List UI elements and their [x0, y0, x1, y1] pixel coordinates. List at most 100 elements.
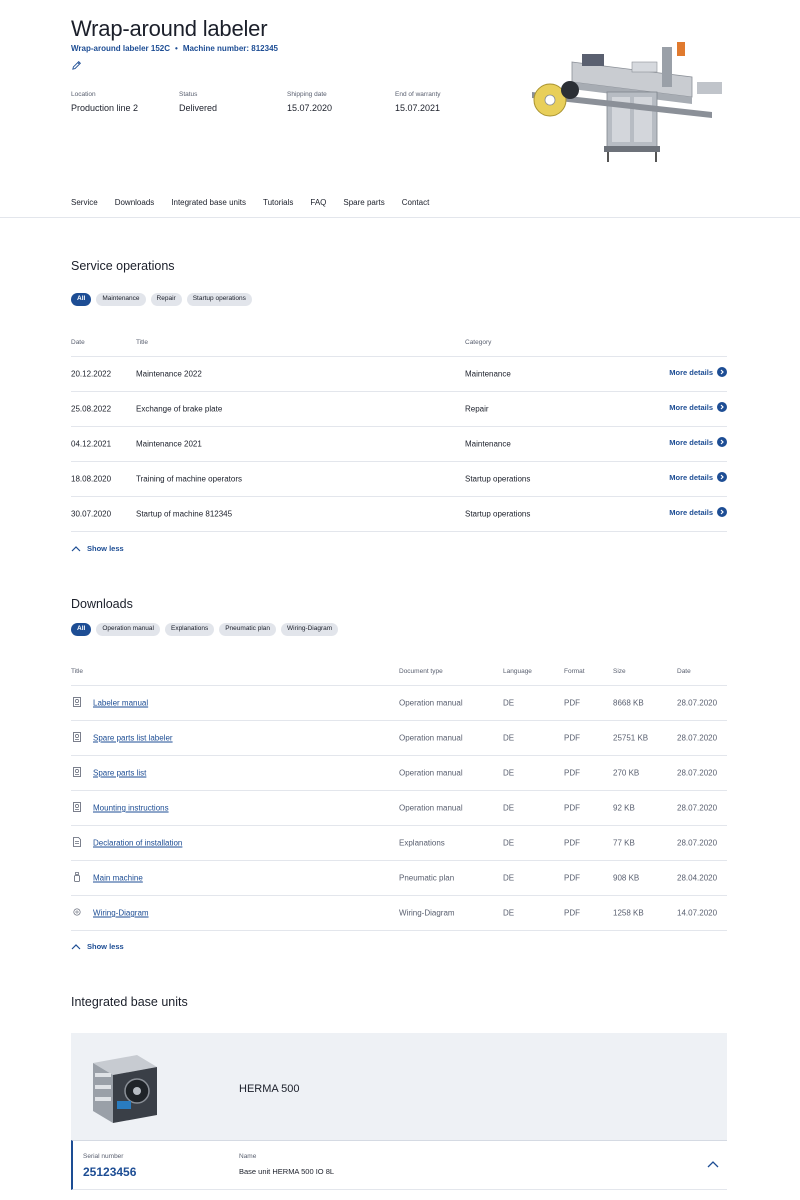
table-row: Labeler manual Operation manual DE PDF 8668 … [71, 686, 727, 721]
table-row: 30.07.2020 Startup of machine 812345 Start… [71, 497, 727, 532]
chevron-up-icon [71, 944, 81, 950]
base-unit-detail: Serial number 25123456 Name Base unit HE… [71, 1140, 727, 1190]
document-link[interactable]: Wiring-Diagram [93, 909, 149, 918]
tab-integrated-base-units[interactable]: Integrated base units [171, 198, 246, 207]
row-language: DE [503, 733, 515, 743]
row-date: 30.07.2020 [71, 509, 112, 519]
service-rows: 20.12.2022 Maintenance 2022 Maintenance Mor… [71, 357, 727, 532]
row-category: Maintenance [465, 369, 511, 379]
row-language: DE [503, 908, 515, 918]
document-link[interactable]: Labeler manual [93, 699, 148, 708]
meta-value: 15.07.2020 [287, 103, 333, 113]
filter-chip-pneumatic-plan[interactable]: Pneumatic plan [219, 623, 277, 636]
filter-chip-explanations[interactable]: Explanations [164, 623, 215, 636]
column-header-size: Size [613, 668, 626, 675]
document-link[interactable]: Declaration of installation [93, 839, 182, 848]
filter-chip-operation-manual[interactable]: Operation manual [96, 623, 160, 636]
chevron-up-icon[interactable] [707, 1159, 719, 1169]
base-unit-card[interactable]: HERMA 500 [71, 1033, 727, 1140]
document-link[interactable]: Spare parts list [93, 769, 146, 778]
row-size: 270 KB [613, 768, 640, 778]
more-details-label: More details [669, 367, 713, 377]
table-row: Main machine Pneumatic plan DE PDF 908 KB 28.… [71, 861, 727, 896]
row-category: Startup operations [465, 509, 531, 519]
column-header-title: Title [71, 668, 84, 675]
more-details-label: More details [669, 437, 713, 447]
row-date: 28.07.2020 [677, 733, 718, 743]
meta-label: Location [71, 91, 96, 98]
column-header-date: Date [71, 339, 85, 346]
downloads-filters: All Operation manual Explanations Pneuma… [71, 623, 339, 636]
filter-chip-all[interactable]: All [71, 623, 92, 636]
row-language: DE [503, 698, 515, 708]
tab-contact[interactable]: Contact [402, 198, 430, 207]
row-title: Startup of machine 812345 [136, 509, 233, 519]
document-link[interactable]: Mounting instructions [93, 804, 169, 813]
row-document-type: Explanations [399, 838, 445, 848]
row-format: PDF [564, 803, 580, 813]
column-header-language: Language [503, 668, 532, 675]
meta-shipping-date: Shipping date 15.07.2020 [287, 91, 332, 113]
more-details-link[interactable]: More details [669, 402, 727, 412]
row-document-type: Operation manual [399, 803, 463, 813]
downloads-title: Downloads [71, 597, 133, 611]
serial-number-label: Serial number [83, 1153, 124, 1160]
table-header: Title Document type Language Format Size… [71, 664, 727, 686]
table-row: 18.08.2020 Training of machine operators S… [71, 462, 727, 497]
more-details-link[interactable]: More details [669, 472, 727, 482]
tab-service[interactable]: Service [71, 198, 98, 207]
arrow-right-circle-icon [717, 402, 727, 412]
separator-dot: • [175, 44, 178, 53]
more-details-link[interactable]: More details [669, 507, 727, 517]
row-title: Training of machine operators [136, 474, 242, 484]
document-link[interactable]: Main machine [93, 874, 143, 883]
page-title: Wrap-around labeler [71, 16, 268, 41]
more-details-label: More details [669, 472, 713, 482]
more-details-link[interactable]: More details [669, 367, 727, 377]
row-date: 20.12.2022 [71, 369, 112, 379]
row-date: 28.07.2020 [677, 803, 718, 813]
machine-model: Wrap-around labeler 152C [71, 44, 170, 53]
unit-name-value: Base unit HERMA 500 IO 8L [239, 1167, 335, 1176]
row-format: PDF [564, 768, 580, 778]
document-link[interactable]: Spare parts list labeler [93, 734, 173, 743]
row-language: DE [503, 838, 515, 848]
row-date: 14.07.2020 [677, 908, 718, 918]
filter-chip-all[interactable]: All [71, 293, 92, 306]
row-document-type: Operation manual [399, 768, 463, 778]
tab-faq[interactable]: FAQ [310, 198, 326, 207]
row-format: PDF [564, 733, 580, 743]
meta-value: 15.07.2021 [395, 103, 441, 113]
show-less-label: Show less [87, 544, 124, 553]
section-tabs: Service Downloads Integrated base units … [71, 198, 446, 207]
table-row: Wiring-Diagram Wiring-Diagram DE PDF 1258 KB… [71, 896, 727, 931]
base-unit-name: HERMA 500 [239, 1083, 300, 1095]
downloads-show-less-button[interactable]: Show less [71, 942, 124, 951]
meta-value: Production line 2 [71, 103, 139, 113]
filter-chip-startup-operations[interactable]: Startup operations [186, 293, 252, 306]
meta-location: Location Production line 2 [71, 91, 138, 113]
row-size: 1258 KB [613, 908, 644, 918]
tab-downloads[interactable]: Downloads [115, 198, 155, 207]
more-details-link[interactable]: More details [669, 437, 727, 447]
base-unit-image [93, 1055, 157, 1123]
filter-chip-wiring-diagram[interactable]: Wiring-Diagram [281, 623, 339, 636]
row-size: 908 KB [613, 873, 640, 883]
table-row: Declaration of installation Explanations D… [71, 826, 727, 861]
row-format: PDF [564, 908, 580, 918]
pencil-edit-icon[interactable] [71, 60, 82, 71]
row-date: 28.07.2020 [677, 838, 718, 848]
service-filters: All Maintenance Repair Startup operation… [71, 293, 252, 306]
service-operations-title: Service operations [71, 259, 175, 273]
arrow-right-circle-icon [717, 437, 727, 447]
filter-chip-repair[interactable]: Repair [150, 293, 182, 306]
tab-spare-parts[interactable]: Spare parts [343, 198, 384, 207]
service-show-less-button[interactable]: Show less [71, 544, 124, 553]
column-header-format: Format [564, 668, 585, 675]
filter-chip-maintenance[interactable]: Maintenance [96, 293, 146, 306]
serial-number-value: 25123456 [83, 1165, 137, 1179]
tab-tutorials[interactable]: Tutorials [263, 198, 293, 207]
row-document-type: Operation manual [399, 733, 463, 743]
row-date: 28.07.2020 [677, 768, 718, 778]
row-language: DE [503, 873, 515, 883]
